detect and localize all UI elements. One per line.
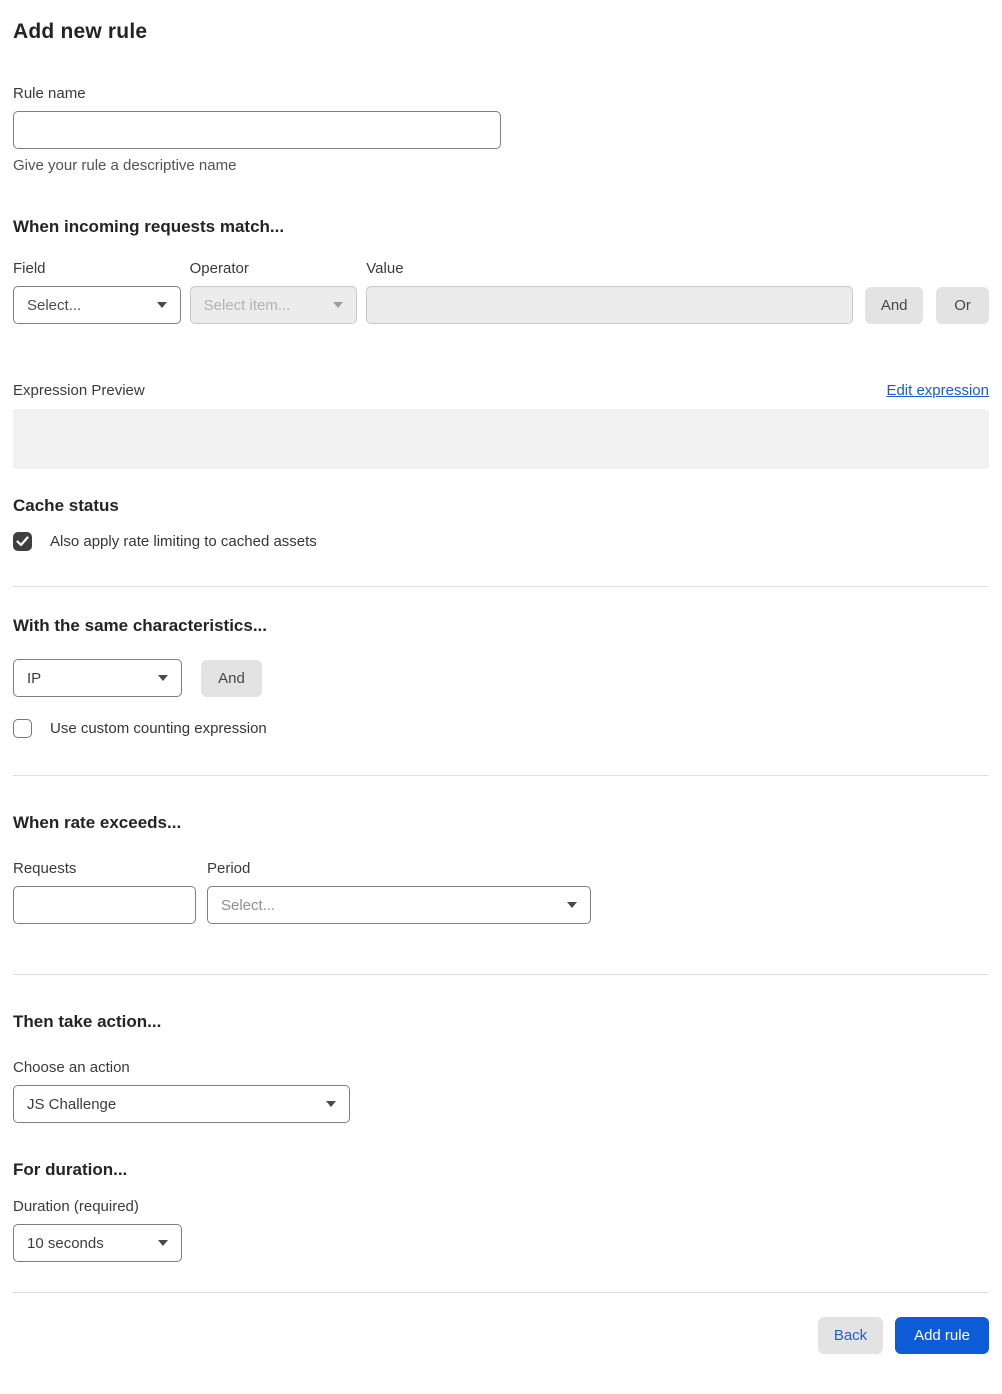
form-footer: Back Add rule bbox=[13, 1317, 989, 1354]
cached-assets-checkbox-label: Also apply rate limiting to cached asset… bbox=[50, 533, 317, 550]
rate-section: When rate exceeds... Requests Period Sel… bbox=[13, 813, 989, 924]
period-select-value: Select... bbox=[221, 896, 276, 914]
custom-counting-checkbox-label: Use custom counting expression bbox=[50, 720, 267, 737]
match-section: When incoming requests match... Field Se… bbox=[13, 217, 989, 324]
action-section: Then take action... Choose an action JS … bbox=[13, 1012, 989, 1123]
action-select[interactable]: JS Challenge bbox=[13, 1085, 350, 1123]
period-select[interactable]: Select... bbox=[207, 886, 591, 924]
operator-label: Operator bbox=[189, 260, 249, 277]
characteristic-select-value: IP bbox=[27, 669, 42, 687]
rate-heading: When rate exceeds... bbox=[13, 813, 182, 832]
operator-select: Select item... bbox=[189, 286, 358, 324]
chevron-down-icon bbox=[567, 902, 577, 908]
field-label: Field bbox=[13, 260, 46, 277]
add-rule-form: Add new rule Rule name Give your rule a … bbox=[0, 0, 1002, 1394]
back-button[interactable]: Back bbox=[818, 1317, 883, 1354]
action-select-value: JS Challenge bbox=[27, 1095, 117, 1113]
chevron-down-icon bbox=[158, 675, 168, 681]
expression-section: Expression Preview Edit expression bbox=[13, 382, 989, 469]
rule-name-label: Rule name bbox=[13, 85, 86, 102]
value-input bbox=[366, 286, 854, 324]
requests-label: Requests bbox=[13, 860, 77, 877]
requests-input[interactable] bbox=[13, 886, 196, 924]
characteristics-heading: With the same characteristics... bbox=[13, 616, 268, 635]
and-button[interactable]: And bbox=[865, 287, 924, 324]
duration-select-value: 10 seconds bbox=[27, 1234, 104, 1252]
cache-status-heading: Cache status bbox=[13, 496, 119, 515]
check-icon bbox=[16, 536, 29, 547]
divider bbox=[13, 775, 989, 776]
characteristics-section: With the same characteristics... IP And … bbox=[13, 616, 989, 738]
divider bbox=[13, 586, 989, 587]
field-select[interactable]: Select... bbox=[13, 286, 181, 324]
duration-section: For duration... Duration (required) 10 s… bbox=[13, 1160, 989, 1262]
action-heading: Then take action... bbox=[13, 1012, 162, 1031]
chevron-down-icon bbox=[158, 1240, 168, 1246]
rule-name-input[interactable] bbox=[13, 111, 501, 149]
value-label: Value bbox=[366, 260, 404, 277]
divider bbox=[13, 1292, 989, 1293]
chevron-down-icon bbox=[333, 302, 344, 308]
action-label: Choose an action bbox=[13, 1059, 130, 1076]
operator-select-value: Select item... bbox=[203, 296, 291, 314]
edit-expression-link[interactable]: Edit expression bbox=[886, 382, 989, 399]
divider bbox=[13, 974, 989, 975]
duration-select[interactable]: 10 seconds bbox=[13, 1224, 182, 1262]
custom-counting-checkbox[interactable] bbox=[13, 719, 32, 738]
or-button[interactable]: Or bbox=[936, 287, 989, 324]
expression-preview-label: Expression Preview bbox=[13, 382, 145, 399]
characteristics-and-button[interactable]: And bbox=[201, 659, 262, 697]
characteristic-select[interactable]: IP bbox=[13, 659, 182, 697]
page-title: Add new rule bbox=[13, 20, 148, 43]
match-heading: When incoming requests match... bbox=[13, 217, 285, 236]
cache-status-section: Cache status Also apply rate limiting to… bbox=[13, 496, 989, 551]
chevron-down-icon bbox=[326, 1101, 336, 1107]
field-select-value: Select... bbox=[27, 296, 82, 314]
duration-label: Duration (required) bbox=[13, 1198, 139, 1215]
add-rule-button[interactable]: Add rule bbox=[895, 1317, 989, 1354]
duration-heading: For duration... bbox=[13, 1160, 128, 1179]
cached-assets-checkbox[interactable] bbox=[13, 532, 32, 551]
chevron-down-icon bbox=[156, 302, 167, 308]
rule-name-helper: Give your rule a descriptive name bbox=[13, 157, 237, 174]
expression-preview-box bbox=[13, 409, 989, 469]
period-label: Period bbox=[207, 860, 251, 877]
rule-name-section: Rule name Give your rule a descriptive n… bbox=[13, 85, 989, 174]
